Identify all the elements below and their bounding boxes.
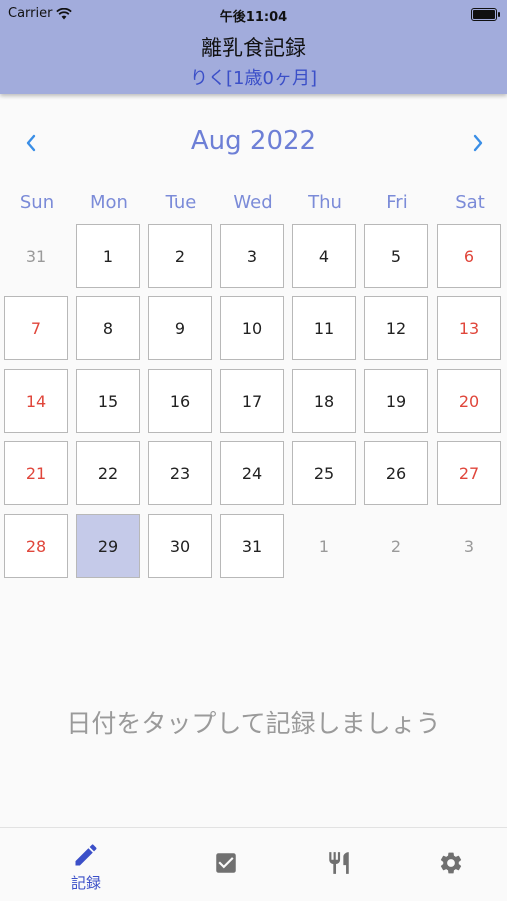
fork-knife-icon (329, 852, 349, 874)
app-header: Carrier 午後11:04 離乳食記録 りく[1歳0ヶ月] (0, 0, 507, 94)
status-bar: Carrier 午後11:04 (0, 0, 507, 28)
tab-settings[interactable] (388, 828, 507, 901)
weekday-label: Thu (308, 192, 342, 213)
calendar-day[interactable]: 2 (148, 224, 212, 288)
calendar-day-other-month: 3 (463, 536, 475, 556)
month-label: Aug 2022 (190, 126, 317, 156)
calendar-day[interactable]: 10 (220, 296, 284, 360)
tab-record[interactable]: 記録 (23, 828, 149, 901)
calendar-day[interactable]: 5 (364, 224, 428, 288)
calendar-day[interactable]: 14 (4, 369, 68, 433)
calendar-day[interactable]: 27 (437, 441, 501, 505)
tab-meals[interactable] (276, 828, 402, 901)
calendar-day[interactable]: 24 (220, 441, 284, 505)
battery-icon (471, 8, 500, 21)
calendar-day[interactable]: 1 (76, 224, 140, 288)
calendar-day-other-month: 31 (25, 246, 47, 266)
calendar-day[interactable]: 17 (220, 369, 284, 433)
calendar-day[interactable]: 9 (148, 296, 212, 360)
calendar-day-other-month: 1 (318, 536, 330, 556)
chevron-right-icon (473, 134, 483, 152)
weekday-label: Fri (386, 192, 408, 213)
status-time: 午後11:04 (219, 10, 288, 25)
calendar-day[interactable]: 6 (437, 224, 501, 288)
calendar-day-selected[interactable]: 29 (76, 514, 140, 578)
calendar-day[interactable]: 12 (364, 296, 428, 360)
calendar-day[interactable]: 28 (4, 514, 68, 578)
calendar-day[interactable]: 13 (437, 296, 501, 360)
calendar-day[interactable]: 26 (364, 441, 428, 505)
calendar-day[interactable]: 8 (76, 296, 140, 360)
weekday-label: Sat (455, 192, 485, 213)
next-month-button[interactable] (463, 128, 493, 158)
calendar-day-other-month: 2 (390, 536, 402, 556)
calendar-day[interactable]: 23 (148, 441, 212, 505)
calendar-day[interactable]: 20 (437, 369, 501, 433)
calendar-day[interactable]: 3 (220, 224, 284, 288)
calendar-day[interactable]: 7 (4, 296, 68, 360)
calendar-day[interactable]: 21 (4, 441, 68, 505)
weekday-label: Tue (165, 192, 197, 213)
weekday-label: Sun (19, 192, 55, 213)
weekday-label: Mon (90, 192, 128, 213)
child-profile-label[interactable]: りく[1歳0ヶ月] (0, 64, 507, 90)
tab-record-label: 記録 (70, 874, 101, 892)
calendar-day[interactable]: 19 (364, 369, 428, 433)
pencil-icon (75, 844, 97, 866)
page-title: 離乳食記録 (201, 36, 306, 60)
tap-hint: 日付をタップして記録しましょう (66, 709, 441, 738)
weekday-label: Wed (233, 192, 273, 213)
tab-checklist[interactable] (163, 828, 289, 901)
checkbox-icon (216, 853, 236, 873)
calendar-day[interactable]: 18 (292, 369, 356, 433)
calendar-day[interactable]: 31 (220, 514, 284, 578)
calendar-day[interactable]: 25 (292, 441, 356, 505)
calendar-day[interactable]: 22 (76, 441, 140, 505)
calendar-day[interactable]: 15 (76, 369, 140, 433)
gear-icon (440, 852, 462, 874)
calendar-day[interactable]: 4 (292, 224, 356, 288)
calendar-day[interactable]: 16 (148, 369, 212, 433)
calendar-day[interactable]: 11 (292, 296, 356, 360)
calendar-day[interactable]: 30 (148, 514, 212, 578)
tab-bar: 記録 (0, 827, 507, 901)
